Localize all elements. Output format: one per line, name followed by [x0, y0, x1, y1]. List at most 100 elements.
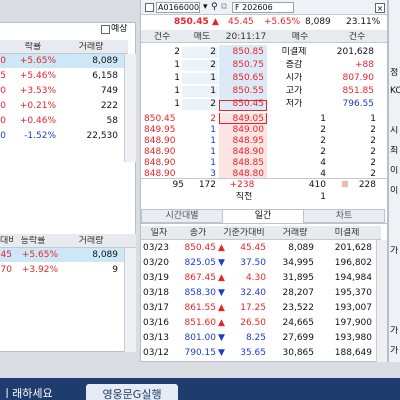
up-triangle-icon: ▲ [218, 273, 225, 283]
daily-diff: 17.25 [240, 303, 266, 313]
trade-price: 849.95 [144, 125, 176, 135]
right-strip-item[interactable]: 가 [390, 346, 400, 357]
daily-diff: 32.40 [240, 288, 266, 298]
daily-close: 850.45 [184, 243, 217, 253]
bid-count: 2 [370, 125, 376, 135]
left-table2-header-volume: 거래량 [78, 236, 104, 246]
daily-open-interest: 188,649 [334, 348, 372, 358]
left-table2-cell-diff: 45 [0, 250, 12, 260]
bid-price[interactable]: 849.05 [220, 114, 265, 125]
info-label: 시가 [285, 73, 303, 83]
bottom-banner [0, 378, 400, 400]
ask-price[interactable]: 850.55 [220, 86, 265, 97]
bid-price[interactable]: 848.90 [220, 147, 265, 158]
trade-price: 848.90 [144, 136, 176, 146]
bid-price[interactable]: 848.95 [220, 136, 265, 147]
info-label: 저가 [285, 99, 303, 109]
daily-date: 03/12 [143, 348, 169, 358]
bid-qty: 1 [320, 114, 326, 124]
daily-header-0: 일자 [150, 228, 168, 238]
trade-price: 848.90 [144, 158, 176, 168]
right-strip-item[interactable]: 시 [390, 126, 400, 137]
banner-text: ㅣ래하세요 [2, 387, 53, 400]
daily-diff: 8.25 [245, 333, 266, 343]
ask-price[interactable]: 850.75 [220, 60, 265, 71]
link-icon[interactable]: ⧉ [221, 2, 227, 13]
daily-open-interest: 197,900 [334, 318, 372, 328]
ask-price[interactable]: 850.85 [220, 47, 265, 58]
daily-open-interest: 195,370 [334, 288, 372, 298]
bid-qty: 4 [320, 158, 326, 168]
left-table2-scrollbar[interactable] [124, 248, 136, 352]
left-table1-cell-volume: 22,530 [86, 131, 119, 141]
daily-date: 03/20 [143, 258, 169, 268]
left-table1-scrollbar[interactable] [124, 54, 136, 162]
left-table1-cell-diff: 0 [0, 131, 6, 141]
left-table2-header-rate: 등락률 [20, 236, 46, 246]
left-table1-cell-diff: 0 [0, 101, 6, 111]
trade-qty: 1 [210, 136, 216, 146]
bid-price[interactable]: 848.85 [220, 158, 265, 169]
right-strip-item[interactable]: 이 [390, 186, 400, 197]
left-table2-cell-rate: +3.92% [21, 265, 58, 275]
left-table2-cell-volume: 8,089 [92, 250, 118, 260]
bid-price[interactable]: 849.00 [220, 125, 265, 136]
ask-qty: 2 [210, 60, 216, 70]
chevron-down-icon[interactable]: ▾ [203, 2, 208, 13]
info-value: +88 [355, 60, 374, 70]
info-value: 851.85 [342, 86, 375, 96]
tab-1[interactable]: 일간 [222, 209, 304, 223]
tab-line [141, 223, 387, 224]
ask-qty: 2 [210, 47, 216, 57]
daily-date: 03/17 [143, 303, 169, 313]
left-table1-cell-diff: 5 [0, 71, 6, 81]
daily-volume: 34,995 [282, 258, 315, 268]
ask-qty: 1 [210, 86, 216, 96]
bid-price[interactable]: 848.80 [220, 169, 265, 180]
total-ask-qty: 172 [198, 180, 216, 190]
tab-2[interactable]: 차트 [303, 209, 385, 223]
volume-pct: 23.11% [346, 17, 381, 27]
right-strip-item[interactable]: 최 [390, 146, 400, 157]
total-bid-qty: 410 [308, 180, 326, 190]
info-label: 고가 [285, 86, 303, 96]
tab-0[interactable]: 시간대별 [141, 209, 223, 223]
daily-volume: 31,895 [282, 273, 315, 283]
left-table1-cell-volume: 6,158 [92, 71, 118, 81]
daily-scrollbar[interactable] [376, 240, 387, 362]
daily-date: 03/13 [143, 333, 169, 343]
after-label: 직전 [235, 192, 253, 202]
daily-header-4: 미결제 [334, 228, 360, 238]
right-strip-item[interactable]: KO [390, 86, 400, 97]
ask-qty: 2 [210, 99, 216, 109]
search-icon[interactable]: ⚲ [211, 2, 218, 13]
orderbook-header-2: 20:11:17 [225, 32, 267, 42]
daily-header-2: 기준가대비 [223, 228, 265, 238]
ask-count: 1 [174, 99, 180, 109]
right-strip-item[interactable]: 가 [390, 246, 400, 257]
ask-price[interactable]: 850.65 [220, 73, 265, 84]
daily-volume: 23,522 [282, 303, 315, 313]
change-value: 45.45 [228, 17, 254, 27]
bid-count: 1 [370, 114, 376, 124]
right-strip-item[interactable]: 정 [390, 68, 400, 79]
daily-header-3: 거래량 [282, 228, 308, 238]
left-table1-cell-rate: -1.52% [24, 131, 56, 141]
daily-close: 867.45 [184, 273, 217, 283]
ask-price[interactable]: 850.45 [220, 99, 265, 110]
daily-date: 03/16 [143, 318, 169, 328]
daily-close: 851.60 [184, 318, 217, 328]
down-triangle-icon: ▼ [218, 348, 225, 358]
right-strip-item[interactable]: 가 [390, 326, 400, 337]
left-table1-cell-diff: 0 [0, 116, 6, 126]
right-strip-item[interactable]: 이 [390, 166, 400, 177]
left-table1-cell-diff: 0 [0, 86, 6, 96]
yesang-checkbox[interactable] [101, 25, 110, 34]
left-table1-cell-volume: 749 [100, 86, 118, 96]
total-ask-count: 95 [172, 180, 184, 190]
list-icon[interactable] [145, 3, 154, 12]
left-table1-cell-rate: +5.46% [19, 71, 56, 81]
left-table1-cell-rate: +0.46% [19, 116, 56, 126]
daily-date: 03/19 [143, 273, 169, 283]
close-icon[interactable]: × [375, 3, 385, 13]
